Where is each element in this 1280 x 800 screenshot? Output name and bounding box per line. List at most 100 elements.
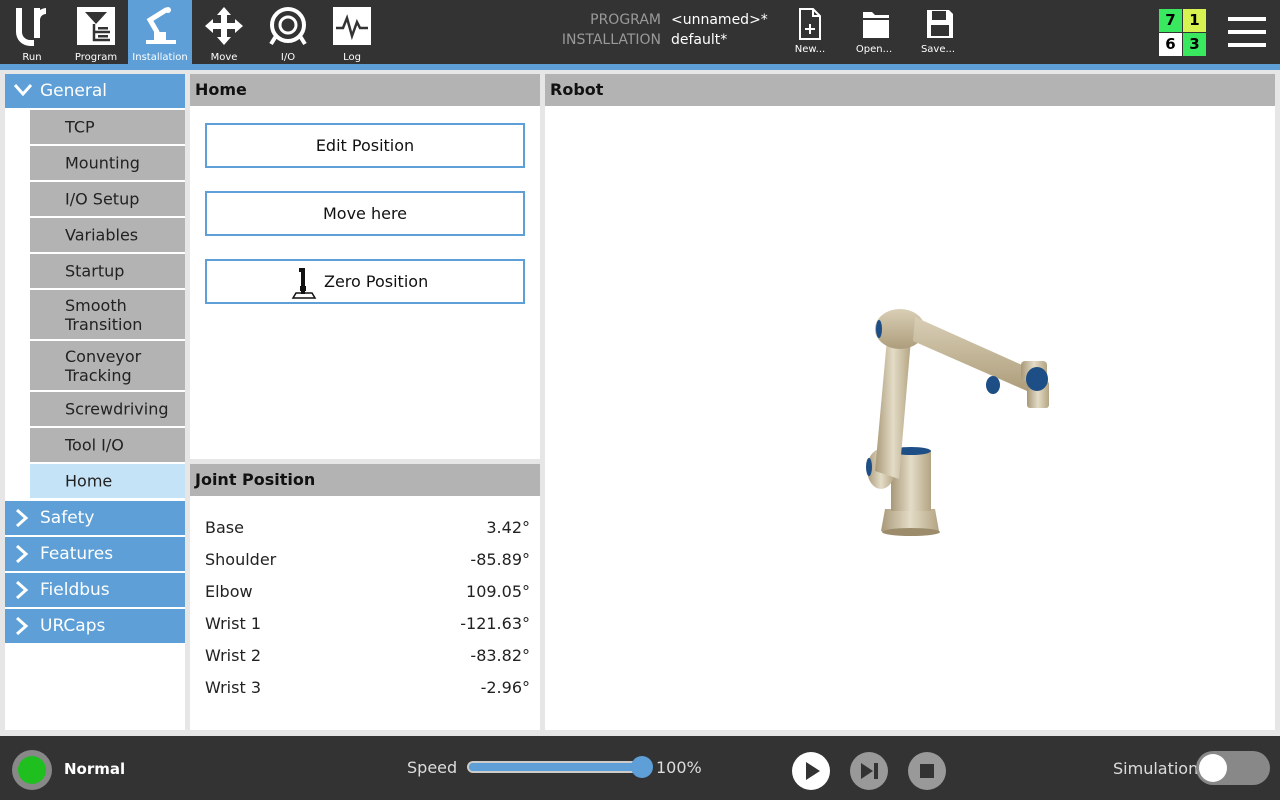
- sidebar-item-label: Tool I/O: [65, 435, 124, 455]
- counter-cell: 3: [1183, 33, 1206, 56]
- program-icon: [77, 7, 115, 45]
- counter-cell: 7: [1159, 9, 1182, 32]
- chevron-right-icon: [16, 508, 29, 528]
- sidebar-item-startup[interactable]: Startup: [30, 254, 185, 288]
- sidebar: General TCP Mounting I/O Setup Variables…: [5, 74, 185, 730]
- tab-program[interactable]: Program: [64, 0, 128, 64]
- speed-slider-handle[interactable]: [631, 756, 653, 778]
- panel-title: Robot: [545, 74, 1275, 106]
- joint-row-elbow: Elbow 109.05°: [205, 582, 530, 602]
- sidebar-item-tool-io[interactable]: Tool I/O: [30, 428, 185, 462]
- panel-title: Joint Position: [190, 464, 540, 496]
- sidebar-item-home[interactable]: Home: [30, 464, 185, 498]
- tab-label: Run: [22, 52, 42, 63]
- step-button[interactable]: [850, 752, 888, 790]
- top-bar: Run Program Installation Move I/O Log PR…: [0, 0, 1280, 64]
- sidebar-item-label: Mounting: [65, 153, 140, 173]
- power-button[interactable]: [12, 750, 52, 790]
- hamburger-menu-icon[interactable]: [1228, 16, 1266, 48]
- step-forward-icon: [861, 763, 878, 779]
- tab-installation[interactable]: Installation: [128, 0, 192, 64]
- joint-name: Elbow: [205, 582, 253, 601]
- tab-label: Program: [74, 52, 118, 63]
- chevron-right-icon: [16, 616, 29, 636]
- sidebar-section-general[interactable]: General: [5, 74, 185, 108]
- installation-icon: [146, 7, 176, 44]
- tab-label: Log: [343, 52, 361, 63]
- joint-value: 3.42°: [486, 518, 530, 537]
- tab-log[interactable]: Log: [320, 0, 384, 64]
- tab-run[interactable]: Run: [0, 0, 64, 64]
- sidebar-item-label: Variables: [65, 225, 139, 245]
- tab-label: I/O: [280, 52, 296, 63]
- sidebar-section-label: Features: [40, 544, 114, 564]
- sidebar-section-label: URCaps: [40, 616, 106, 636]
- open-button[interactable]: Open...: [842, 0, 906, 64]
- tab-label: Move: [210, 52, 238, 63]
- panel-title: Home: [190, 74, 540, 106]
- joint-name: Shoulder: [205, 550, 277, 569]
- bottom-bar: Normal Speed 100% Simulation: [0, 736, 1280, 800]
- joint-value: -85.89°: [470, 550, 530, 569]
- zero-robot-icon: [291, 268, 317, 299]
- joint-value: -121.63°: [460, 614, 530, 633]
- joint-value: -2.96°: [480, 678, 530, 697]
- tab-move[interactable]: Move: [192, 0, 256, 64]
- sidebar-section-features[interactable]: Features: [5, 537, 185, 571]
- move-here-button[interactable]: Move here: [205, 191, 525, 236]
- sidebar-item-label: TCP: [65, 117, 95, 137]
- sidebar-section-label: General: [40, 81, 107, 101]
- joint-row-shoulder: Shoulder -85.89°: [205, 550, 530, 570]
- speed-label: Speed: [407, 758, 458, 777]
- sidebar-item-variables[interactable]: Variables: [30, 218, 185, 252]
- play-button[interactable]: [792, 752, 830, 790]
- installation-value: default*: [671, 32, 728, 48]
- joint-row-wrist-3: Wrist 3 -2.96°: [205, 678, 530, 698]
- sidebar-item-tcp[interactable]: TCP: [30, 110, 185, 144]
- sidebar-item-conveyor-tracking[interactable]: Conveyor Tracking: [30, 341, 185, 390]
- sidebar-section-urcaps[interactable]: URCaps: [5, 609, 185, 643]
- zero-position-button[interactable]: Zero Position: [205, 259, 525, 304]
- speed-value: 100%: [656, 758, 702, 777]
- joint-value: -83.82°: [470, 646, 530, 665]
- sidebar-section-label: Safety: [40, 508, 95, 528]
- sidebar-item-screwdriving[interactable]: Screwdriving: [30, 392, 185, 426]
- save-button[interactable]: Save...: [906, 0, 970, 64]
- joint-name: Wrist 2: [205, 646, 261, 665]
- joint-position-panel: Joint Position Base 3.42° Shoulder -85.8…: [190, 464, 540, 730]
- robot-3d-view[interactable]: [855, 299, 1075, 549]
- sidebar-section-fieldbus[interactable]: Fieldbus: [5, 573, 185, 607]
- counter-cell: 6: [1159, 33, 1182, 56]
- stop-icon: [920, 764, 934, 778]
- tab-label: Installation: [132, 52, 188, 63]
- simulation-toggle[interactable]: [1196, 751, 1270, 785]
- sidebar-section-safety[interactable]: Safety: [5, 501, 185, 535]
- sidebar-item-smooth-transition[interactable]: Smooth Transition: [30, 290, 185, 339]
- joint-name: Wrist 1: [205, 614, 261, 633]
- installation-label: INSTALLATION: [561, 32, 661, 48]
- joint-name: Base: [205, 518, 244, 537]
- new-button[interactable]: New...: [778, 0, 842, 64]
- speed-slider-track[interactable]: [467, 761, 642, 773]
- speed-slider-fill: [469, 763, 640, 771]
- open-folder-icon: [863, 12, 889, 38]
- sidebar-item-io-setup[interactable]: I/O Setup: [30, 182, 185, 216]
- simulation-label: Simulation: [1113, 759, 1199, 778]
- new-file-icon: [799, 8, 821, 40]
- home-panel: Home Edit Position Move here Zero Positi…: [190, 74, 540, 459]
- save-icon: [927, 10, 953, 38]
- log-icon: [333, 7, 371, 45]
- sidebar-item-label: Screwdriving: [65, 399, 169, 419]
- file-button-label: Save...: [920, 44, 956, 55]
- edit-position-button[interactable]: Edit Position: [205, 123, 525, 168]
- tab-io[interactable]: I/O: [256, 0, 320, 64]
- sidebar-item-mounting[interactable]: Mounting: [30, 146, 185, 180]
- chevron-down-icon: [13, 84, 33, 97]
- sidebar-section-label: Fieldbus: [40, 580, 110, 600]
- joint-row-wrist-1: Wrist 1 -121.63°: [205, 614, 530, 634]
- play-icon: [806, 762, 820, 780]
- io-icon: [269, 7, 307, 46]
- top-bar-accent: [0, 64, 1280, 70]
- stop-button[interactable]: [908, 752, 946, 790]
- joint-name: Wrist 3: [205, 678, 261, 697]
